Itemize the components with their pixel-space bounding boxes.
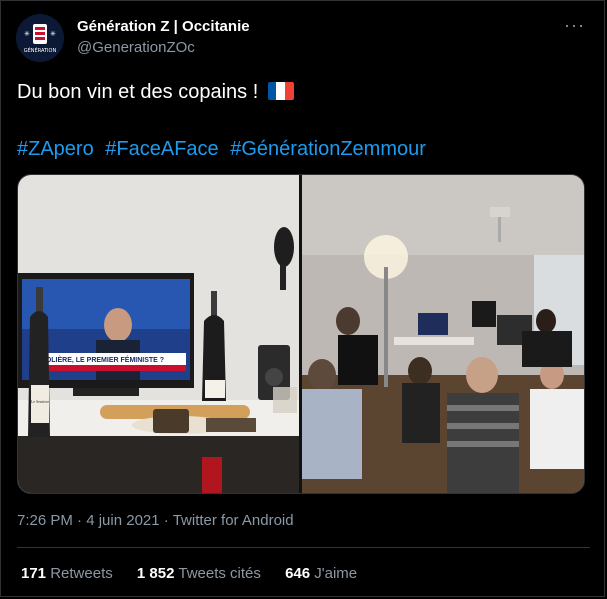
avatar-text: GÉNÉRATION — [24, 46, 57, 54]
divider — [17, 547, 590, 548]
user-handle[interactable]: @GenerationZOc — [77, 39, 195, 56]
photo-apero-table: MOLIÈRE, LE PREMIER FÉMINISTE ? Le Senti… — [18, 175, 299, 493]
quote-tweets-stat[interactable]: 1 852 Tweets cités — [137, 565, 265, 582]
more-options-icon[interactable]: ··· — [564, 15, 585, 36]
meta-separator: · — [77, 512, 83, 529]
tweet-body: Du bon vin et des copains ! — [17, 81, 259, 103]
tweet-stats: 171 Retweets 1 852 Tweets cités 646 J'ai… — [21, 565, 377, 582]
tweet-card: ✳ ✳ GÉNÉRATION Génération Z | Occitanie … — [0, 0, 605, 597]
tv-headline: MOLIÈRE, LE PREMIER FÉMINISTE ? — [40, 355, 164, 364]
likes-label: J'aime — [314, 565, 358, 582]
svg-text:✳: ✳ — [50, 30, 56, 38]
tweet-time[interactable]: 7:26 PM — [17, 512, 73, 529]
retweets-stat[interactable]: 171 Retweets — [21, 565, 117, 582]
likes-count: 646 — [285, 565, 311, 582]
tweet-meta: 7:26 PM · 4 juin 2021 · Twitter for Andr… — [17, 512, 294, 529]
media-container: MOLIÈRE, LE PREMIER FÉMINISTE ? Le Senti… — [17, 174, 585, 494]
tweet-text: Du bon vin et des copains ! — [17, 81, 294, 104]
quote-tweets-count: 1 852 — [136, 565, 175, 582]
avatar-logo-icon: ✳ ✳ GÉNÉRATION — [16, 14, 64, 62]
bottle-label: Le Sentiere — [31, 399, 50, 404]
french-flag-icon — [267, 82, 294, 100]
retweets-count: 171 — [21, 565, 47, 582]
tweet-source[interactable]: Twitter for Android — [173, 512, 294, 529]
hashtag-generationzemmour[interactable]: #GénérationZemmour — [230, 138, 426, 160]
display-name[interactable]: Génération Z | Occitanie — [77, 18, 250, 35]
svg-text:✳: ✳ — [24, 30, 30, 38]
photo-left[interactable]: MOLIÈRE, LE PREMIER FÉMINISTE ? Le Senti… — [18, 175, 299, 493]
hashtag-faceaface[interactable]: #FaceAFace — [105, 138, 218, 160]
photo-living-room — [302, 175, 584, 493]
photo-right[interactable] — [302, 175, 584, 493]
likes-stat[interactable]: 646 J'aime — [285, 565, 357, 582]
meta-separator: · — [163, 512, 169, 529]
hashtag-zapero[interactable]: #ZApero — [17, 138, 94, 160]
quote-tweets-label: Tweets cités — [178, 565, 261, 582]
retweets-label: Retweets — [50, 565, 113, 582]
avatar[interactable]: ✳ ✳ GÉNÉRATION — [16, 14, 64, 62]
hashtag-list: #ZApero #FaceAFace #GénérationZemmour — [17, 138, 432, 161]
tweet-date[interactable]: 4 juin 2021 — [86, 512, 159, 529]
